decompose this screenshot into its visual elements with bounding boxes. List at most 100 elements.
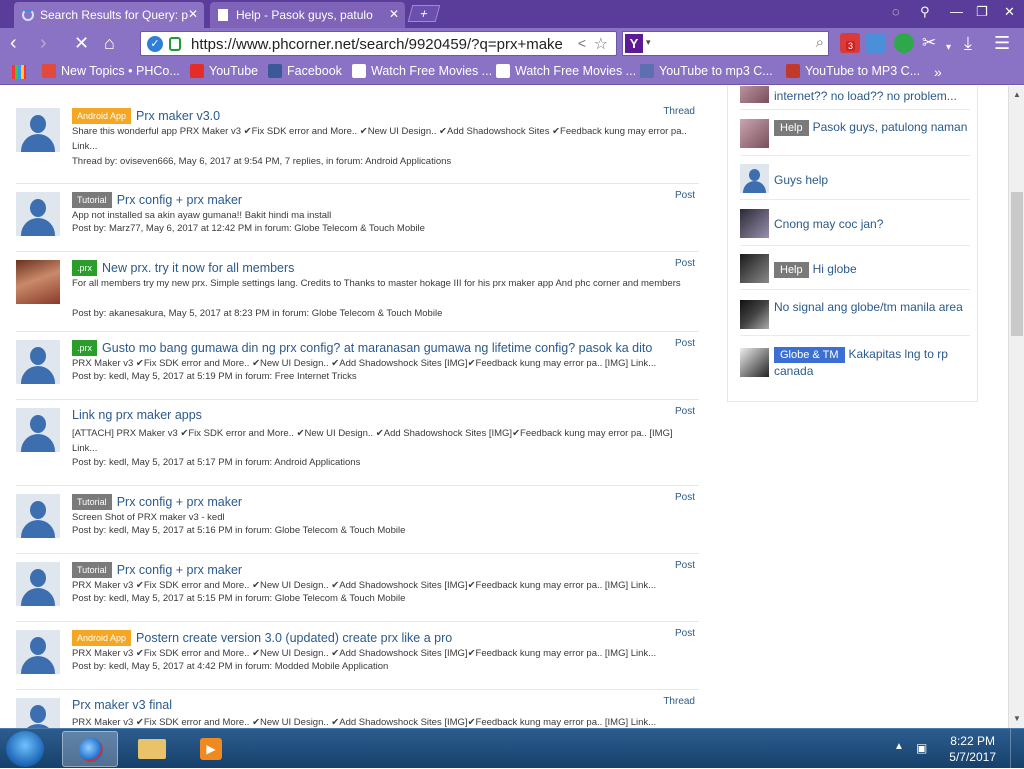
tab-close-icon[interactable]: ✕ [389,7,399,21]
avatar[interactable] [16,494,60,538]
prefix-badge[interactable]: Help [774,120,809,136]
bookmark-item[interactable]: Facebook [268,64,342,78]
result-title-link[interactable]: Prx config + prx maker [117,495,242,509]
taskbar-explorer-button[interactable] [124,731,180,767]
result-title[interactable]: Android App Postern create version 3.0 (… [72,630,452,646]
system-clock[interactable]: 8:22 PM 5/7/2017 [949,733,996,765]
bookmark-item[interactable]: Watch Free Movies ... [352,64,492,78]
taskbar-browser-button[interactable] [62,731,118,767]
maximize-button[interactable]: ❐ [976,4,988,20]
menu-icon[interactable]: ☰ [994,33,1010,53]
prefix-badge[interactable]: Tutorial [72,192,112,208]
avatar[interactable] [740,119,769,148]
search-input[interactable] [659,34,804,53]
new-tab-button[interactable]: + [407,5,441,22]
avatar[interactable] [16,260,60,304]
shield-icon[interactable]: ✓ [147,36,163,52]
avatar[interactable] [16,408,60,452]
result-title-link[interactable]: Postern create version 3.0 (updated) cre… [136,631,452,645]
network-icon[interactable]: ▣ [916,741,927,755]
result-title-link[interactable]: Prx config + prx maker [117,193,242,207]
address-bar[interactable]: ✓ https://www.phcorner.net/search/992045… [140,31,617,56]
download-icon[interactable]: ⤓ [964,33,972,53]
result-title[interactable]: Link ng prx maker apps [72,408,202,422]
home-button[interactable]: ⌂ [104,33,115,53]
sidebar-thread-title[interactable]: Cnong may coc jan? [774,216,970,232]
chevron-down-icon[interactable]: ▾ [646,37,651,48]
page-scrollbar[interactable]: ▲ ▼ [1008,86,1024,728]
sidebar-thread-title[interactable]: Guys help [774,172,970,188]
show-hidden-icons[interactable]: ▲ [894,741,904,752]
extension-icon[interactable]: 3 [840,33,860,53]
sidebar-thread-title[interactable]: Globe & TM Kakapitas lng to rp canada [774,346,970,379]
scrollbar-thumb[interactable] [1011,192,1023,336]
bookmark-item[interactable]: YouTube to MP3 C... [786,64,920,78]
result-title-link[interactable]: Prx maker v3 final [72,698,172,712]
prefix-badge[interactable]: Globe & TM [774,347,845,363]
prefix-badge[interactable]: Android App [72,108,132,124]
result-title[interactable]: Tutorial Prx config + prx maker [72,562,242,578]
scroll-down-icon[interactable]: ▼ [1013,714,1021,723]
user-icon[interactable]: ⚲ [920,4,930,20]
result-title[interactable]: Android App Prx maker v3.0 [72,108,220,124]
tab-help[interactable]: Help - Pasok guys, patulo ✕ [210,2,405,28]
scroll-up-icon[interactable]: ▲ [1013,90,1021,99]
translate-icon[interactable] [866,33,886,53]
bookmark-item[interactable]: YouTube [190,64,258,78]
chat-icon[interactable]: ◌ [892,4,900,19]
result-title-link[interactable]: Link ng prx maker apps [72,408,202,422]
prefix-badge[interactable]: Tutorial [72,562,112,578]
result-title[interactable]: .prx New prx. try it now for all members [72,260,294,276]
bookmark-item[interactable]: YouTube to mp3 C... [640,64,773,78]
lock-icon[interactable] [169,37,181,51]
chevron-down-icon[interactable]: ▾ [946,38,951,58]
share-icon[interactable]: < [578,35,586,51]
search-box[interactable]: Y ▾ ⌕ [622,31,829,56]
close-window-button[interactable]: ✕ [1004,4,1015,20]
tab-close-icon[interactable]: ✕ [188,7,198,21]
prefix-badge[interactable]: .prx [72,340,98,356]
avatar[interactable] [740,300,769,329]
avatar[interactable] [740,164,769,193]
taskbar-media-button[interactable]: ▶ [184,731,240,767]
more-bookmarks-icon[interactable]: » [934,64,942,80]
avatar[interactable] [16,192,60,236]
bookmark-star-icon[interactable]: ☆ [594,34,608,54]
sidebar-thread-title[interactable]: internet?? no load?? no problem... [774,88,970,104]
apps-icon[interactable] [12,65,26,79]
prefix-badge[interactable]: Help [774,262,809,278]
result-title-link[interactable]: Prx maker v3.0 [136,109,220,123]
result-title[interactable]: Tutorial Prx config + prx maker [72,494,242,510]
stop-button[interactable]: ✕ [74,33,89,53]
result-title-link[interactable]: Prx config + prx maker [117,563,242,577]
adblock-icon[interactable] [894,33,914,53]
result-title-link[interactable]: Gusto mo bang gumawa din ng prx config? … [102,341,652,355]
start-button[interactable] [6,731,44,767]
result-title[interactable]: Prx maker v3 final [72,698,172,712]
show-desktop-button[interactable] [1010,729,1024,769]
prefix-badge[interactable]: .prx [72,260,98,276]
sidebar-thread-title[interactable]: No signal ang globe/tm manila area [774,299,970,315]
prefix-badge[interactable]: Tutorial [72,494,112,510]
avatar[interactable] [16,698,60,728]
avatar[interactable] [740,86,769,103]
tab-search-results[interactable]: Search Results for Query: p ✕ [14,2,204,28]
avatar[interactable] [740,254,769,283]
avatar[interactable] [16,630,60,674]
sidebar-thread-title[interactable]: Help Pasok guys, patulong naman [774,119,970,136]
forward-button[interactable]: › [40,33,47,53]
result-title-link[interactable]: New prx. try it now for all members [102,261,294,275]
back-button[interactable]: ‹ [10,33,17,53]
url-text[interactable]: https://www.phcorner.net/search/9920459/… [191,36,563,53]
scissors-icon[interactable]: ✂ [922,33,936,53]
search-icon[interactable]: ⌕ [816,34,824,51]
avatar[interactable] [740,348,769,377]
avatar[interactable] [16,340,60,384]
bookmark-item[interactable]: Watch Free Movies ... [496,64,636,78]
sidebar-thread-title[interactable]: Help Hi globe [774,261,970,278]
minimize-button[interactable]: — [950,4,963,19]
result-title[interactable]: .prx Gusto mo bang gumawa din ng prx con… [72,340,652,356]
avatar[interactable] [740,209,769,238]
bookmark-item[interactable]: New Topics • PHCo... [42,64,180,78]
result-title[interactable]: Tutorial Prx config + prx maker [72,192,242,208]
